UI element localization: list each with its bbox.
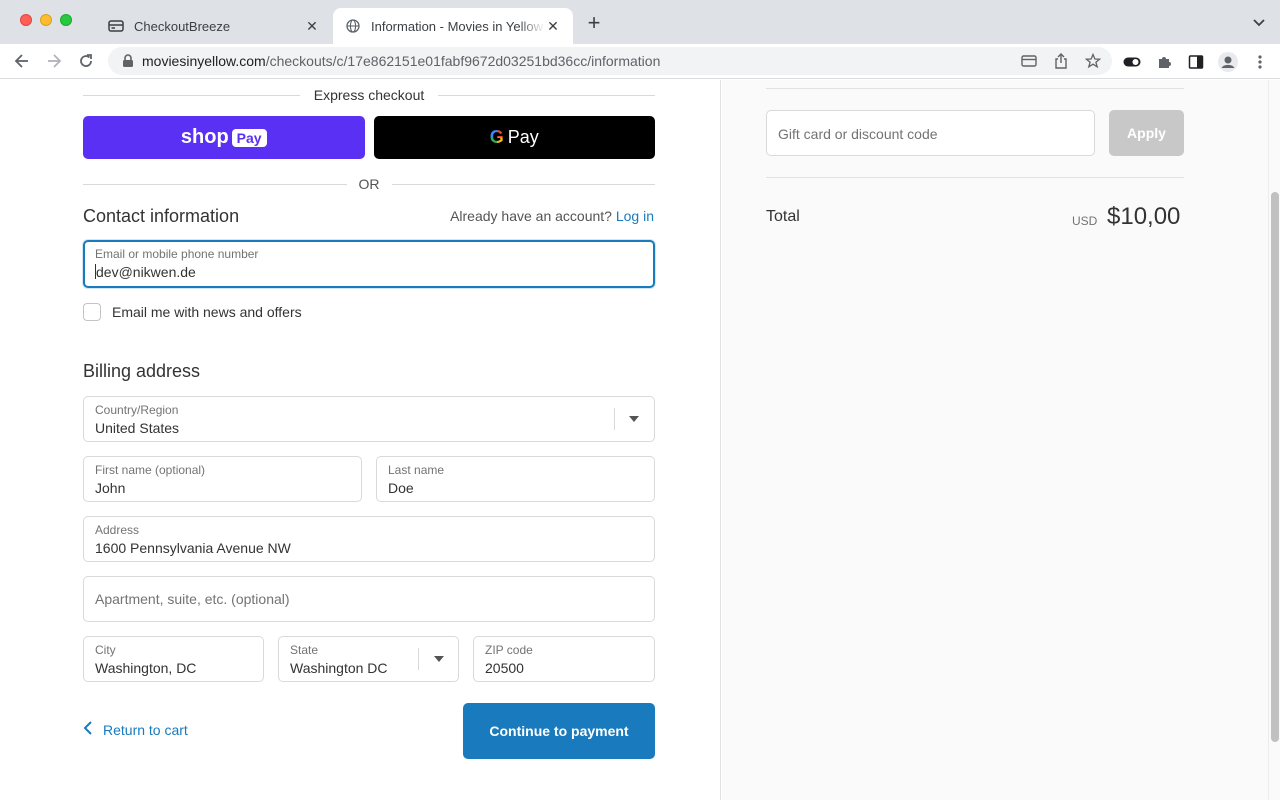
tab-title: Information - Movies in Yellow	[371, 18, 543, 34]
summary-divider	[766, 177, 1184, 178]
total-label: Total	[766, 208, 800, 225]
continue-to-payment-button[interactable]: Continue to payment	[463, 703, 655, 759]
share-icon[interactable]	[1052, 53, 1070, 69]
country-label: Country/Region	[95, 403, 179, 417]
card-icon[interactable]	[1020, 53, 1038, 69]
order-summary-sidebar: Gift card or discount code Apply Total U…	[722, 80, 1268, 800]
window-minimize-button[interactable]	[40, 14, 52, 26]
browser-tab-bar: CheckoutBreeze ✕ Information - Movies in…	[0, 0, 1280, 44]
scrollbar-thumb[interactable]	[1271, 192, 1279, 742]
account-prompt-text: Already have an account?	[450, 208, 612, 224]
chevron-down-icon	[629, 416, 639, 422]
last-name-value: Doe	[388, 480, 414, 496]
country-value: United States	[95, 420, 180, 436]
discount-code-placeholder: Gift card or discount code	[778, 126, 938, 142]
zip-code-label: ZIP code	[485, 643, 533, 657]
total-currency: USD	[1072, 214, 1098, 228]
url-host: moviesinyellow.com	[142, 53, 266, 69]
tab-title: CheckoutBreeze	[134, 18, 231, 34]
chevron-left-icon	[83, 721, 93, 738]
last-name-field[interactable]: Last name Doe	[376, 456, 655, 502]
close-icon[interactable]: ✕	[545, 18, 561, 34]
forward-icon[interactable]	[44, 51, 64, 71]
window-zoom-button[interactable]	[60, 14, 72, 26]
email-field-value: dev@nikwen.de	[96, 264, 196, 280]
side-panel-icon[interactable]	[1186, 52, 1206, 72]
newsletter-label: Email me with news and offers	[112, 304, 302, 320]
summary-divider	[766, 88, 1184, 89]
card-icon	[108, 18, 124, 34]
email-field-label: Email or mobile phone number	[95, 247, 259, 261]
last-name-label: Last name	[388, 463, 445, 477]
more-menu-icon[interactable]	[1250, 52, 1270, 72]
newsletter-option[interactable]: Email me with news and offers	[83, 303, 302, 321]
profile-avatar-icon[interactable]	[1218, 52, 1238, 72]
city-value: Washington, DC	[95, 660, 197, 676]
checkout-main-column: Express checkout shop Pay G Pay OR Contact…	[0, 80, 721, 800]
address-value: 1600 Pennsylvania Avenue NW	[95, 540, 291, 556]
new-tab-button[interactable]: +	[584, 12, 604, 34]
puzzle-icon[interactable]	[1154, 52, 1174, 72]
star-icon[interactable]	[1084, 53, 1102, 69]
newsletter-checkbox[interactable]	[83, 303, 101, 321]
state-label: State	[290, 643, 319, 657]
back-icon[interactable]	[12, 51, 32, 71]
address-field[interactable]: Address 1600 Pennsylvania Avenue NW	[83, 516, 655, 562]
address-label: Address	[95, 523, 140, 537]
google-g-icon: G	[489, 127, 504, 147]
or-label: OR	[358, 176, 380, 192]
or-divider: OR	[83, 176, 655, 192]
express-checkout-heading: Express checkout	[83, 86, 655, 104]
toggle-extension-icon[interactable]	[1122, 52, 1142, 72]
checkout-page: Express checkout shop Pay G Pay OR Contact…	[0, 80, 1280, 800]
browser-tab-information[interactable]: Information - Movies in Yellow ✕	[333, 8, 573, 44]
globe-icon	[345, 18, 361, 34]
state-select[interactable]: State Washington DC	[278, 636, 459, 682]
billing-address-title: Billing address	[83, 361, 201, 381]
lock-icon[interactable]	[122, 54, 134, 68]
google-pay-label: Pay	[507, 127, 539, 147]
email-field-value-wrap: dev@nikwen.de	[95, 264, 196, 280]
url-path: /checkouts/c/17e862151e01fabf9672d03251b…	[265, 53, 661, 69]
country-select[interactable]: Country/Region United States	[83, 396, 655, 442]
state-value: Washington DC	[290, 660, 388, 676]
log-in-link[interactable]: Log in	[616, 208, 654, 224]
zip-code-value: 20500	[485, 660, 524, 676]
chevron-down-icon[interactable]	[1252, 16, 1266, 30]
first-name-field[interactable]: First name (optional) John	[83, 456, 362, 502]
city-label: City	[95, 643, 116, 657]
apartment-placeholder: Apartment, suite, etc. (optional)	[95, 591, 290, 607]
shop-pay-badge: Pay	[231, 128, 267, 147]
address-bar[interactable]: moviesinyellow.com/checkouts/c/17e862151…	[108, 47, 1112, 75]
return-to-cart-label: Return to cart	[103, 721, 188, 738]
reload-icon[interactable]	[76, 51, 96, 71]
extensions-area	[1122, 52, 1270, 72]
return-to-cart-link[interactable]: Return to cart	[83, 721, 188, 738]
window-close-button[interactable]	[20, 14, 32, 26]
browser-toolbar: moviesinyellow.com/checkouts/c/17e862151…	[0, 44, 1280, 79]
apply-discount-button[interactable]: Apply	[1109, 110, 1184, 156]
first-name-value: John	[95, 480, 126, 496]
express-checkout-buttons: shop Pay G Pay	[83, 116, 655, 159]
shop-pay-button[interactable]: shop Pay	[83, 116, 365, 159]
browser-tab-checkoutbreeze[interactable]: CheckoutBreeze ✕	[96, 8, 332, 44]
email-field[interactable]: Email or mobile phone number dev@nikwen.…	[83, 240, 655, 288]
omnibox-actions	[1020, 53, 1102, 69]
account-prompt: Already have an account? Log in	[450, 208, 654, 224]
shop-pay-wordmark: shop	[180, 126, 229, 148]
express-checkout-title: Express checkout	[313, 87, 425, 103]
contact-information-title: Contact information	[83, 206, 240, 226]
close-icon[interactable]: ✕	[304, 18, 320, 34]
discount-code-input[interactable]: Gift card or discount code	[766, 110, 1095, 156]
google-pay-button[interactable]: G Pay	[373, 116, 655, 159]
total-amount: $10,00	[1107, 203, 1181, 230]
zip-code-field[interactable]: ZIP code 20500	[473, 636, 655, 682]
city-field[interactable]: City Washington, DC	[83, 636, 264, 682]
chevron-down-icon	[434, 656, 444, 662]
page-scrollbar[interactable]	[1268, 80, 1280, 800]
apartment-field[interactable]: Apartment, suite, etc. (optional)	[83, 576, 655, 622]
first-name-label: First name (optional)	[95, 463, 206, 477]
